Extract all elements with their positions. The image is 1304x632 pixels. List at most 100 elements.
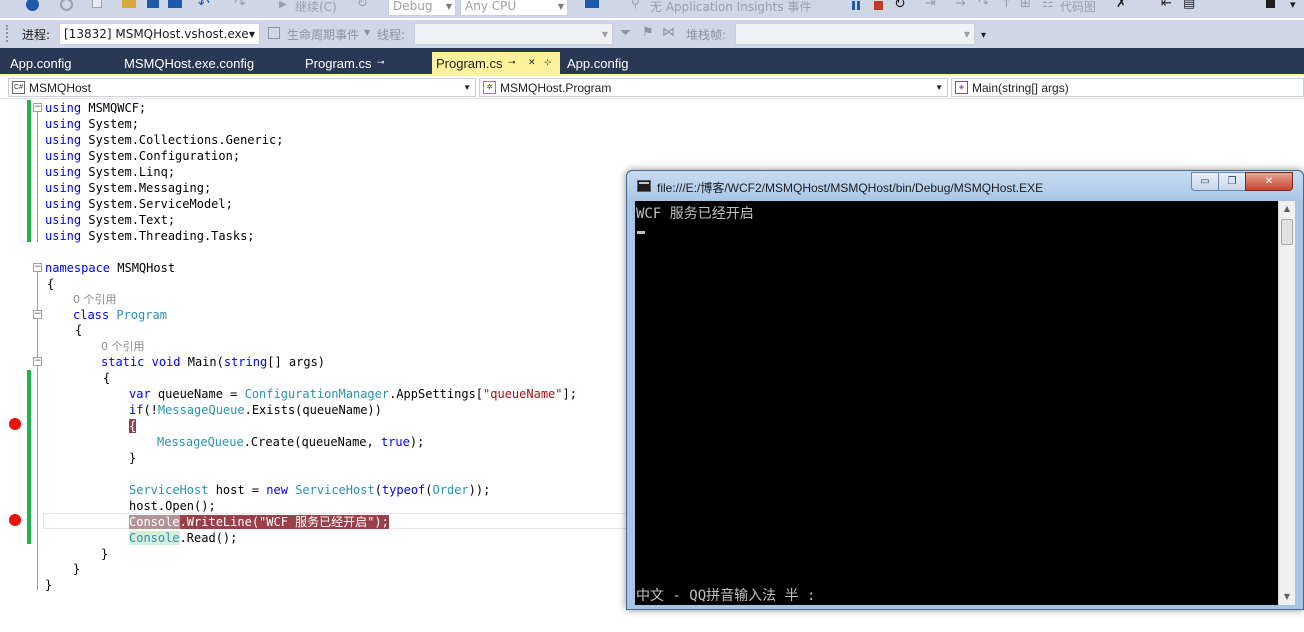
collapse-icon[interactable]: − (33, 103, 42, 112)
code-map-button[interactable]: 代码图 (1060, 0, 1096, 15)
restart-icon[interactable]: ↻ (894, 0, 906, 12)
bookmark-icon[interactable] (1266, 0, 1275, 8)
breakpoint-line[interactable]: { (129, 418, 137, 434)
code-line[interactable]: using System.Collections.Generic; (45, 132, 283, 148)
code-line[interactable]: using System.Threading.Tasks; (45, 228, 255, 244)
code-line[interactable]: namespace MSMQHost (45, 260, 175, 276)
stop-icon[interactable] (874, 1, 883, 10)
console-output[interactable]: WCF 服务已经开启 中文 - QQ拼音输入法 半 : ▲ ▼ (635, 201, 1295, 605)
platform-select[interactable]: Any CPU ▼ (460, 0, 568, 16)
filter-icon[interactable]: ⏷ (620, 25, 631, 41)
code-line[interactable]: using System.Configuration; (45, 148, 240, 164)
code-line[interactable]: static void Main(string[] args) (101, 354, 325, 370)
console-window[interactable]: file:///E:/博客/WCF2/MSMQHost/MSMQHost/bin… (626, 170, 1304, 610)
toolbar-grip-icon[interactable] (6, 25, 9, 42)
new-file-icon[interactable] (92, 0, 102, 8)
project-dropdown[interactable]: C# MSMQHost ▼ (8, 78, 476, 97)
tab-program-cs[interactable]: Program.cs ⊸ (295, 52, 397, 74)
comment-icon[interactable]: ⇤ (1161, 0, 1172, 11)
pause-icon[interactable] (852, 1, 855, 10)
overflow-icon[interactable]: ▾ (1290, 0, 1296, 11)
code-line[interactable]: var queueName = ConfigurationManager.App… (129, 386, 577, 402)
code-line[interactable]: } (73, 561, 80, 577)
code-line[interactable]: { (47, 276, 54, 292)
chevron-down-icon[interactable]: ▼ (364, 28, 370, 37)
breakpoint-icon[interactable] (9, 514, 21, 526)
code-line[interactable]: } (101, 546, 108, 562)
codelens-text[interactable]: 0 个引用 (101, 340, 145, 353)
breakpoint-margin[interactable] (0, 100, 24, 632)
undo-icon[interactable]: ↶ (198, 0, 210, 12)
back-icon[interactable] (26, 0, 39, 11)
code-line[interactable]: ServiceHost host = new ServiceHost(typeo… (129, 482, 490, 498)
continue-button[interactable]: 继续(C) (295, 0, 337, 15)
breakpoint-icon[interactable] (9, 418, 21, 430)
codelens-references[interactable]: 0 个引用 (73, 291, 117, 307)
console-app-icon[interactable] (637, 180, 651, 192)
show-threads-icon[interactable]: ⋈ (662, 25, 675, 40)
code-line[interactable]: using System.Messaging; (45, 180, 211, 196)
close-button[interactable]: ✕ (1245, 172, 1293, 191)
minimize-button[interactable]: ▭ (1191, 172, 1219, 191)
forward-icon[interactable] (60, 0, 73, 11)
save-icon[interactable] (147, 0, 159, 8)
code-line[interactable]: class Program (73, 307, 167, 323)
show-next-statement-icon[interactable]: ⇥ (925, 0, 936, 11)
code-line[interactable]: { (75, 322, 82, 338)
refresh-icon[interactable]: ↻ (357, 0, 368, 11)
code-line[interactable]: } (129, 450, 136, 466)
play-icon[interactable]: ▶ (279, 0, 287, 10)
codelens-text[interactable]: 0 个引用 (73, 293, 117, 306)
code-line[interactable]: using MSMQWCF; (45, 100, 146, 116)
code-line[interactable]: host.Open(); (129, 498, 216, 514)
code-line[interactable]: } (45, 577, 52, 593)
code-line[interactable]: MessageQueue.Create(queueName, true); (157, 434, 424, 450)
tab-app-config[interactable]: App.config (0, 52, 81, 74)
scroll-up-icon[interactable]: ▲ (1279, 201, 1295, 217)
dock-icon[interactable]: ⊹ (544, 57, 552, 68)
collapse-icon[interactable]: − (33, 263, 42, 272)
step-into-icon[interactable]: → (955, 0, 966, 11)
step-over-icon[interactable]: ↷ (978, 0, 989, 11)
lifecycle-events-button[interactable]: 生命周期事件 (287, 26, 359, 43)
type-dropdown[interactable]: ✲ MSMQHost.Program ▼ (479, 78, 948, 97)
collapse-icon[interactable]: − (33, 310, 42, 319)
flag-threads-icon[interactable]: ⚑ (642, 25, 654, 40)
console-scrollbar[interactable]: ▲ ▼ (1278, 201, 1295, 605)
tab-msmqhost-exe-config[interactable]: MSMQHost.exe.config (114, 52, 264, 74)
breakpoint-line[interactable]: Console.WriteLine("WCF 服务已经开启"); (129, 514, 389, 530)
process-select[interactable]: [13832] MSMQHost.vshost.exe ▼ (59, 23, 260, 45)
scroll-thumb[interactable] (1281, 219, 1293, 245)
configuration-select[interactable]: Debug ▼ (388, 0, 456, 16)
open-folder-icon[interactable] (122, 0, 136, 8)
scroll-down-icon[interactable]: ▼ (1279, 589, 1295, 605)
console-titlebar[interactable]: file:///E:/博客/WCF2/MSMQHost/MSMQHost/bin… (627, 171, 1303, 201)
tab-program-cs-active[interactable]: Program.cs ⊸ ✕ ⊹ (432, 52, 560, 74)
thread-select[interactable]: ▼ (414, 23, 613, 45)
breakpoint-settings-icon[interactable]: ✗ (1116, 0, 1127, 11)
pin-icon[interactable]: ⊸ (377, 57, 385, 68)
member-dropdown[interactable]: ◈ Main(string[] args) (951, 78, 1304, 97)
save-all-icon[interactable] (168, 0, 182, 8)
hex-icon[interactable]: ⊞ (1020, 0, 1031, 11)
code-line[interactable]: { (103, 370, 110, 386)
step-out-icon[interactable]: ↑ (1001, 0, 1012, 11)
find-icon[interactable] (585, 0, 599, 8)
code-line[interactable]: using System.Text; (45, 212, 175, 228)
redo-icon[interactable]: ↷ (234, 0, 246, 12)
pin-icon[interactable]: ⊸ (508, 57, 516, 68)
code-line[interactable]: using System.Linq; (45, 164, 175, 180)
stackframe-select[interactable]: ▼ (735, 23, 975, 45)
close-icon[interactable]: ✕ (528, 57, 536, 68)
code-line[interactable]: Console.Read(); (129, 530, 237, 546)
code-line[interactable]: if(!MessageQueue.Exists(queueName)) (129, 402, 382, 418)
insights-events-button[interactable]: 无 Application Insights 事件 (650, 0, 811, 15)
maximize-button[interactable]: ❐ (1218, 172, 1246, 191)
codelens-references[interactable]: 0 个引用 (101, 338, 145, 354)
code-line[interactable]: using System.ServiceModel; (45, 196, 233, 212)
collapse-icon[interactable]: − (33, 357, 42, 366)
uncomment-icon[interactable]: ▤ (1183, 0, 1195, 11)
code-line[interactable]: using System; (45, 116, 139, 132)
toolbar-overflow-icon[interactable]: ▾ (981, 30, 986, 41)
tab-app-config-2[interactable]: App.config (557, 52, 638, 74)
